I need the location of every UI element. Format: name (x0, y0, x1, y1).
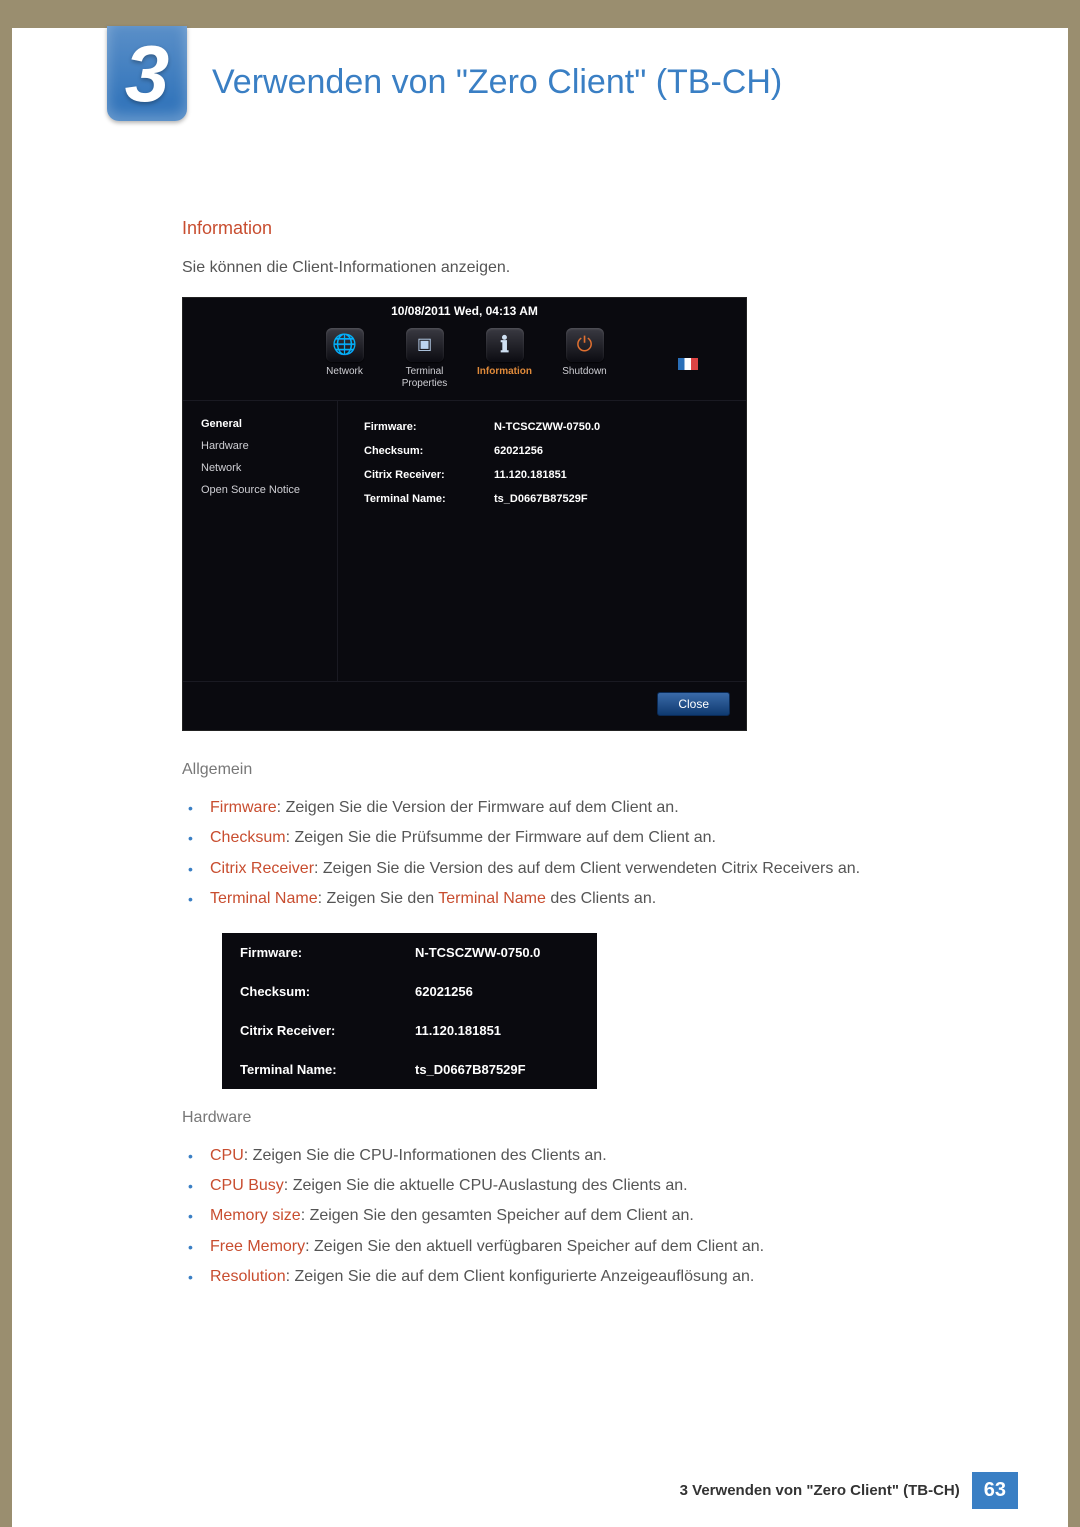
sidebar: General Hardware Network Open Source Not… (183, 401, 338, 681)
table-row: Firmware:N-TCSCZWW-0750.0 (222, 933, 597, 972)
list-item: Terminal Name: Zeigen Sie den Terminal N… (210, 884, 958, 914)
list-item: Citrix Receiver: Zeigen Sie die Version … (210, 854, 958, 884)
info-label: Firmware: (364, 421, 494, 433)
tab-terminal-properties[interactable]: ▣ Terminal Properties (394, 328, 456, 390)
page-footer: 3 Verwenden von "Zero Client" (TB-CH) 63 (680, 1472, 1018, 1509)
close-button[interactable]: Close (657, 692, 730, 716)
sidebar-item-open-source[interactable]: Open Source Notice (201, 479, 337, 501)
main-tabs: 🌐 Network ▣ Terminal Properties ℹ Inform… (183, 322, 746, 401)
list-item: Firmware: Zeigen Sie die Version der Fir… (210, 793, 958, 823)
chapter-title: Verwenden von "Zero Client" (TB-CH) (212, 63, 782, 102)
table-row: Terminal Name:ts_D0667B87529F (222, 1050, 597, 1089)
list-item: Checksum: Zeigen Sie die Prüfsumme der F… (210, 823, 958, 853)
information-window: 10/08/2011 Wed, 04:13 AM 🌐 Network ▣ Ter… (182, 297, 747, 731)
tab-shutdown[interactable]: ⏻ Shutdown (554, 328, 616, 390)
info-label: Citrix Receiver: (364, 469, 494, 481)
info-label: Terminal Name: (364, 493, 494, 505)
tab-label: Terminal Properties (394, 366, 456, 390)
subsection-heading-hardware: Hardware (182, 1109, 958, 1127)
tab-label: Network (326, 366, 363, 378)
chapter-badge: 3 (107, 26, 187, 121)
footer-title: 3 Verwenden von "Zero Client" (TB-CH) (680, 1482, 960, 1499)
chapter-number: 3 (125, 34, 170, 114)
info-row: Checksum: 62021256 (364, 439, 746, 463)
info-value: 11.120.181851 (494, 469, 567, 481)
sidebar-item-hardware[interactable]: Hardware (201, 435, 337, 457)
info-row: Terminal Name: ts_D0667B87529F (364, 487, 746, 511)
info-value: ts_D0667B87529F (494, 493, 588, 505)
general-info-table: Firmware:N-TCSCZWW-0750.0 Checksum:62021… (222, 933, 597, 1089)
page-number: 63 (972, 1472, 1018, 1509)
list-item: CPU Busy: Zeigen Sie die aktuelle CPU-Au… (210, 1171, 958, 1201)
info-row: Citrix Receiver: 11.120.181851 (364, 463, 746, 487)
chapter-header: 3 Verwenden von "Zero Client" (TB-CH) (12, 28, 1068, 148)
info-row: Firmware: N-TCSCZWW-0750.0 (364, 415, 746, 439)
info-panel: Firmware: N-TCSCZWW-0750.0 Checksum: 620… (338, 401, 746, 681)
list-item: Free Memory: Zeigen Sie den aktuell verf… (210, 1232, 958, 1262)
hardware-list: CPU: Zeigen Sie die CPU-Informationen de… (182, 1141, 958, 1293)
power-icon: ⏻ (566, 328, 604, 362)
table-row: Checksum:62021256 (222, 972, 597, 1011)
info-value: N-TCSCZWW-0750.0 (494, 421, 600, 433)
sidebar-item-network[interactable]: Network (201, 457, 337, 479)
list-item: Resolution: Zeigen Sie die auf dem Clien… (210, 1262, 958, 1292)
info-value: 62021256 (494, 445, 543, 457)
tab-information[interactable]: ℹ Information (474, 328, 536, 390)
list-item: Memory size: Zeigen Sie den gesamten Spe… (210, 1201, 958, 1231)
tab-label: Information (477, 366, 532, 378)
language-flag-icon[interactable] (678, 358, 698, 370)
general-list: Firmware: Zeigen Sie die Version der Fir… (182, 793, 958, 915)
globe-icon: 🌐 (326, 328, 364, 362)
datetime-label: 10/08/2011 Wed, 04:13 AM (183, 298, 746, 322)
list-item: CPU: Zeigen Sie die CPU-Informationen de… (210, 1141, 958, 1171)
info-label: Checksum: (364, 445, 494, 457)
sidebar-item-general[interactable]: General (201, 413, 337, 435)
table-row: Citrix Receiver:11.120.181851 (222, 1011, 597, 1050)
section-intro: Sie können die Client-Informationen anze… (182, 259, 958, 277)
terminal-icon: ▣ (406, 328, 444, 362)
tab-label: Shutdown (562, 366, 606, 378)
subsection-heading-general: Allgemein (182, 761, 958, 779)
tab-network[interactable]: 🌐 Network (314, 328, 376, 390)
info-icon: ℹ (486, 328, 524, 362)
section-heading: Information (182, 218, 958, 239)
